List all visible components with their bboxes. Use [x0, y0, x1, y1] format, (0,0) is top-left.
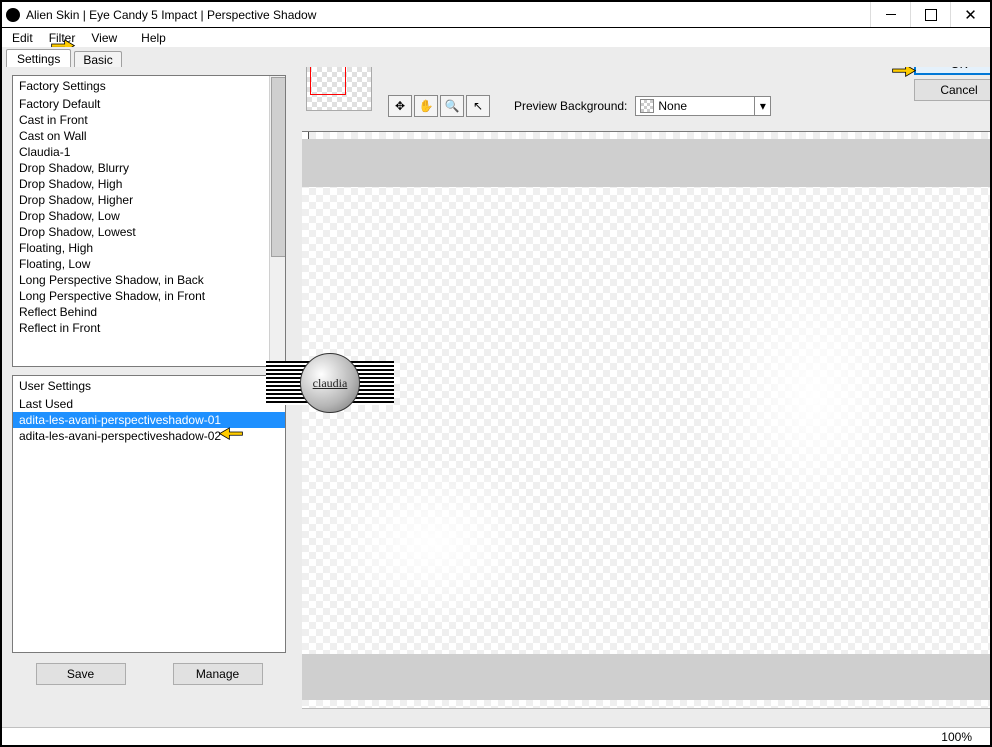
- dialog-buttons: OK Cancel: [914, 67, 984, 105]
- preview-glow: [317, 458, 547, 628]
- list-item[interactable]: Drop Shadow, High: [13, 176, 285, 192]
- list-item[interactable]: adita-les-avani-perspectiveshadow-02: [13, 428, 285, 444]
- chevron-down-icon: ▾: [754, 97, 770, 115]
- button-row: Save Manage: [12, 653, 286, 685]
- list-item[interactable]: Drop Shadow, Lowest: [13, 224, 285, 240]
- list-item[interactable]: Drop Shadow, Higher: [13, 192, 285, 208]
- left-panel: Factory Settings Factory DefaultCast in …: [2, 67, 292, 727]
- top-row: ✥ ✋ 🔍 ↖ Preview Background: None ▾ OK Ca…: [292, 67, 990, 119]
- preview-bg-value: None: [658, 99, 687, 113]
- cancel-button[interactable]: Cancel: [914, 79, 990, 101]
- list-item[interactable]: Factory Default: [13, 96, 285, 112]
- menu-edit[interactable]: Edit: [4, 29, 41, 47]
- zoom-tool-icon[interactable]: 🔍: [440, 95, 464, 117]
- menu-view[interactable]: View: [83, 29, 125, 47]
- scrollbar[interactable]: [269, 76, 285, 366]
- navigator-thumbnail[interactable]: [306, 67, 372, 111]
- user-settings-list[interactable]: User Settings Last Usedadita-les-avani-p…: [12, 375, 286, 653]
- body: Factory Settings Factory DefaultCast in …: [2, 67, 990, 727]
- save-button[interactable]: Save: [36, 663, 126, 685]
- ok-button[interactable]: OK: [914, 67, 990, 75]
- user-settings-header: User Settings: [13, 376, 285, 396]
- list-item[interactable]: Drop Shadow, Blurry: [13, 160, 285, 176]
- preview-glow: [700, 232, 930, 562]
- list-item[interactable]: Last Used: [13, 396, 285, 412]
- minimize-button[interactable]: [870, 2, 910, 27]
- preview-top-band: [302, 139, 990, 187]
- window-title: Alien Skin | Eye Candy 5 Impact | Perspe…: [26, 8, 870, 22]
- list-item[interactable]: Drop Shadow, Low: [13, 208, 285, 224]
- list-item[interactable]: Cast in Front: [13, 112, 285, 128]
- preview-bg-label: Preview Background:: [514, 99, 627, 113]
- hand-tool-icon[interactable]: ✋: [414, 95, 438, 117]
- title-bar: Alien Skin | Eye Candy 5 Impact | Perspe…: [2, 2, 990, 28]
- tab-basic[interactable]: Basic: [74, 51, 121, 67]
- menu-filter[interactable]: Filter: [41, 29, 84, 47]
- window: Alien Skin | Eye Candy 5 Impact | Perspe…: [0, 0, 992, 747]
- list-item[interactable]: Claudia-1: [13, 144, 285, 160]
- list-item[interactable]: Long Perspective Shadow, in Back: [13, 272, 285, 288]
- list-item[interactable]: Floating, Low: [13, 256, 285, 272]
- list-item[interactable]: Reflect in Front: [13, 320, 285, 336]
- list-item[interactable]: adita-les-avani-perspectiveshadow-01: [13, 412, 285, 428]
- pointer-tool-icon[interactable]: ↖: [466, 95, 490, 117]
- factory-settings-header: Factory Settings: [13, 76, 285, 96]
- window-controls: ✕: [870, 2, 990, 27]
- right-panel: ✥ ✋ 🔍 ↖ Preview Background: None ▾ OK Ca…: [292, 67, 990, 727]
- app-icon: [6, 8, 20, 22]
- status-bar: 100%: [2, 727, 990, 745]
- preview-bottom-band: [302, 654, 990, 700]
- list-item[interactable]: Floating, High: [13, 240, 285, 256]
- list-item[interactable]: Cast on Wall: [13, 128, 285, 144]
- zoom-level: 100%: [941, 730, 972, 744]
- navigator-viewport[interactable]: [310, 67, 346, 95]
- maximize-button[interactable]: [910, 2, 950, 27]
- menu-bar: Edit Filter View Help: [2, 28, 990, 47]
- preview-bg-select[interactable]: None ▾: [635, 96, 771, 116]
- menu-help[interactable]: Help: [133, 29, 174, 47]
- move-tool-icon[interactable]: ✥: [388, 95, 412, 117]
- scrollbar-thumb[interactable]: [271, 77, 286, 257]
- preview-bg-swatch: [640, 99, 654, 113]
- toolbar: ✥ ✋ 🔍 ↖ Preview Background: None ▾: [388, 95, 771, 117]
- tab-settings[interactable]: Settings: [6, 49, 71, 67]
- manage-button[interactable]: Manage: [173, 663, 263, 685]
- list-item[interactable]: Long Perspective Shadow, in Front: [13, 288, 285, 304]
- preview-canvas[interactable]: [302, 131, 990, 709]
- tabs-row: Settings Basic: [2, 47, 990, 67]
- factory-settings-list[interactable]: Factory Settings Factory DefaultCast in …: [12, 75, 286, 367]
- close-button[interactable]: ✕: [950, 2, 990, 27]
- list-item[interactable]: Reflect Behind: [13, 304, 285, 320]
